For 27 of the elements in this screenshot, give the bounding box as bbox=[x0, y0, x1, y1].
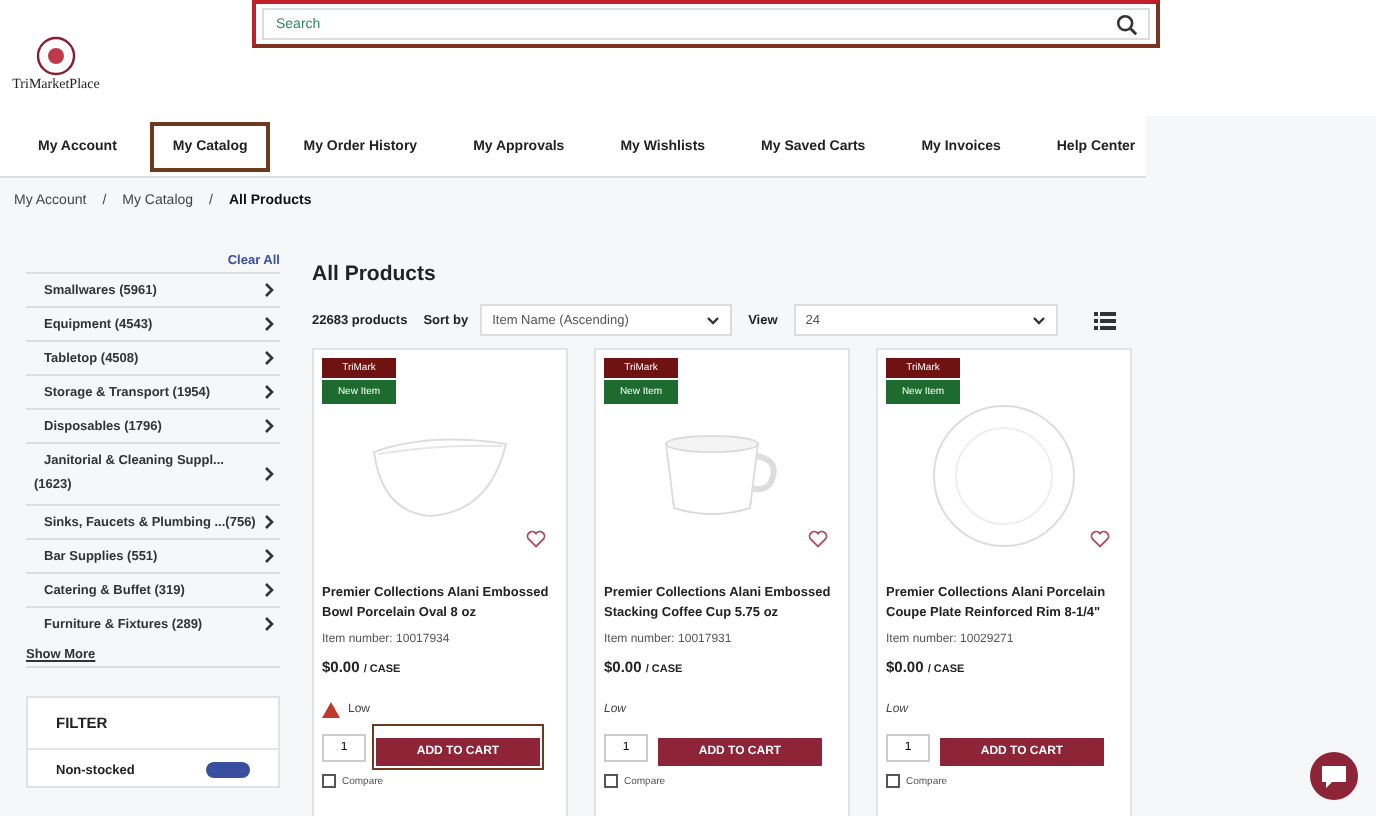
chevron-icon bbox=[264, 582, 274, 598]
chat-button[interactable] bbox=[1310, 752, 1358, 800]
page-title: All Products bbox=[312, 262, 438, 286]
chevron-icon bbox=[264, 282, 274, 298]
caret-icon bbox=[706, 315, 721, 325]
chevron-icon bbox=[264, 514, 274, 530]
plate-drawing bbox=[932, 404, 1076, 548]
chevron-icon bbox=[264, 384, 274, 400]
heart-icon[interactable] bbox=[526, 530, 546, 548]
heart-icon[interactable] bbox=[808, 530, 828, 548]
chevron-icon bbox=[264, 350, 274, 366]
chat-icon bbox=[1320, 763, 1348, 789]
compare-checkbox[interactable] bbox=[886, 774, 900, 788]
chevron-icon bbox=[264, 466, 274, 482]
caret-icon bbox=[1031, 315, 1046, 325]
chevron-icon bbox=[264, 616, 274, 632]
chevron-icon bbox=[264, 418, 274, 434]
heart-icon[interactable] bbox=[1090, 530, 1110, 548]
chevron-icon bbox=[264, 548, 274, 564]
search-icon[interactable] bbox=[1116, 13, 1138, 35]
compare-checkbox[interactable] bbox=[322, 774, 336, 788]
compare-checkbox[interactable] bbox=[604, 774, 618, 788]
chevron-icon bbox=[264, 316, 274, 332]
warning-icon bbox=[322, 701, 340, 717]
list-view-icon[interactable] bbox=[1093, 311, 1116, 329]
logo-icon bbox=[36, 36, 76, 76]
toggle-switch[interactable] bbox=[206, 762, 250, 778]
